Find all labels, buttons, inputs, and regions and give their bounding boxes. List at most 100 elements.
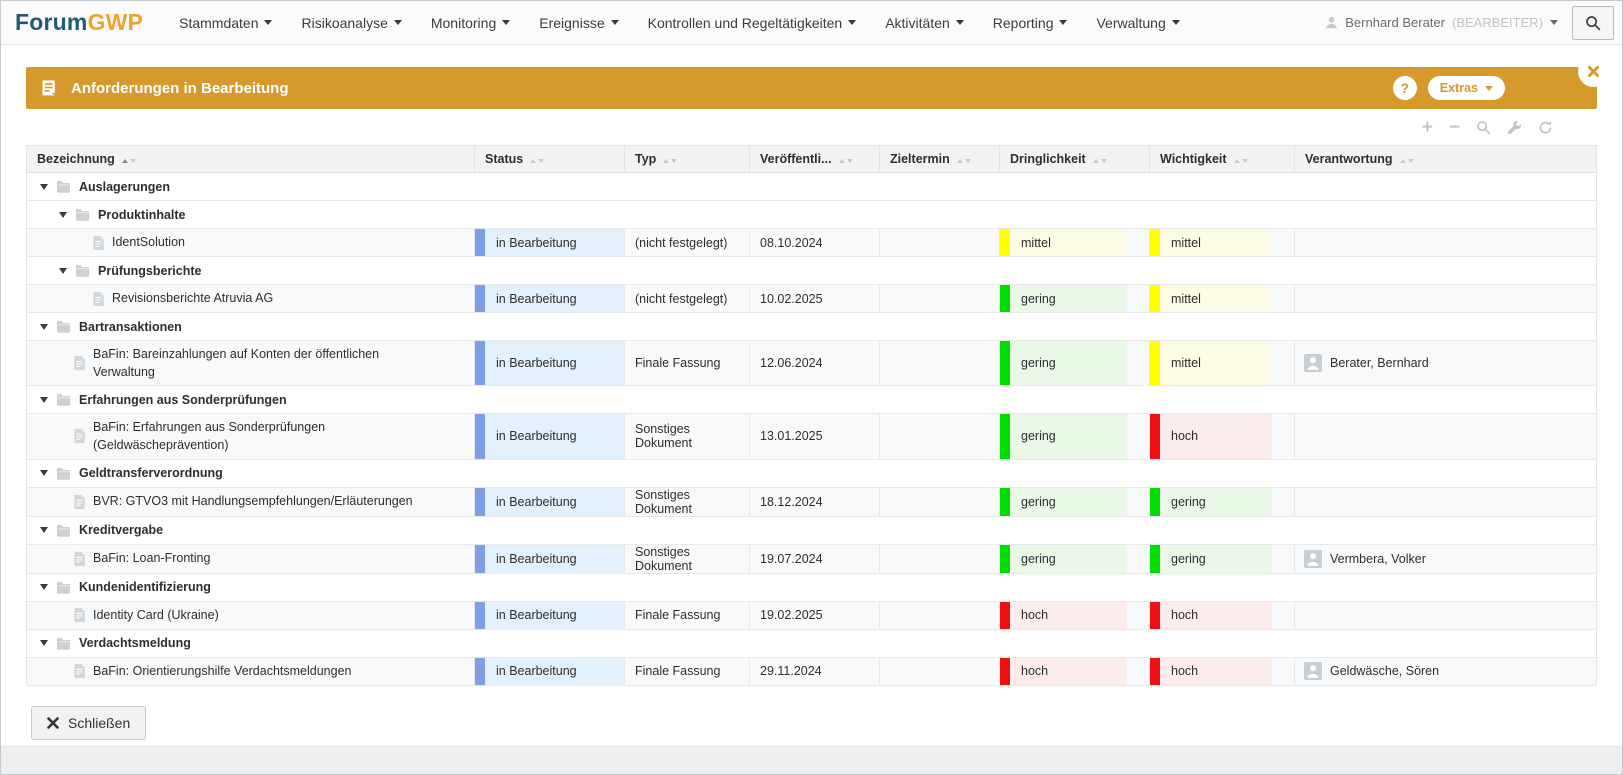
- extras-button[interactable]: Extras: [1428, 76, 1505, 100]
- status-cell: in Bearbeitung: [475, 544, 625, 573]
- column-header[interactable]: Status: [475, 146, 625, 173]
- search-button[interactable]: [1572, 6, 1614, 40]
- sort-icons: [663, 159, 677, 163]
- column-header[interactable]: Dringlichkeit: [1000, 146, 1150, 173]
- status-cell: in Bearbeitung: [475, 229, 625, 257]
- wichtigkeit-cell: mittel: [1150, 229, 1295, 257]
- minus-icon[interactable]: −: [1449, 118, 1460, 137]
- nav-item[interactable]: Stammdaten: [179, 15, 272, 31]
- dringlichkeit-value: gering: [1000, 429, 1056, 443]
- nav-item[interactable]: Reporting: [993, 15, 1068, 31]
- bezeichnung-cell: BaFin: Bareinzahlungen auf Konten der öf…: [27, 341, 475, 386]
- plus-icon[interactable]: +: [1422, 118, 1433, 137]
- zieltermin-cell: [880, 487, 1000, 516]
- nav-item[interactable]: Risikoanalyse: [301, 15, 401, 31]
- table-row[interactable]: Identity Card (Ukraine)in BearbeitungFin…: [27, 601, 1597, 629]
- group-label: Prüfungsberichte: [98, 264, 202, 278]
- verantwortung-value: Geldwäsche, Sören: [1330, 664, 1439, 678]
- group-row[interactable]: Prüfungsberichte: [27, 257, 1597, 285]
- wichtigkeit-cell: hoch: [1150, 657, 1295, 685]
- folder-icon: [55, 319, 72, 334]
- sort-icons: [530, 159, 544, 163]
- group-row[interactable]: Bartransaktionen: [27, 313, 1597, 341]
- verantwortung-value: Berater, Bernhard: [1330, 356, 1429, 370]
- nav-item[interactable]: Ereignisse: [539, 15, 618, 31]
- wichtigkeit-cell: gering: [1150, 487, 1295, 516]
- table-row[interactable]: Revisionsberichte Atruvia AGin Bearbeitu…: [27, 285, 1597, 313]
- veroeffentlicht-value: 08.10.2024: [750, 236, 823, 250]
- typ-cell: Finale Fassung: [625, 657, 750, 685]
- column-header[interactable]: Wichtigkeit: [1150, 146, 1295, 173]
- column-header[interactable]: Typ: [625, 146, 750, 173]
- status-cell: in Bearbeitung: [475, 341, 625, 386]
- group-row[interactable]: Auslagerungen: [27, 173, 1597, 201]
- group-label: Kundenidentifizierung: [79, 580, 211, 594]
- chevron-down-icon: [1059, 20, 1067, 25]
- table-row[interactable]: IdentSolutionin Bearbeitung(nicht festge…: [27, 229, 1597, 257]
- dringlichkeit-cell: gering: [1000, 285, 1150, 313]
- collapse-caret-icon[interactable]: [40, 324, 48, 330]
- collapse-caret-icon[interactable]: [59, 212, 67, 218]
- group-row[interactable]: Verdachtsmeldung: [27, 629, 1597, 657]
- group-row[interactable]: Geldtransferverordnung: [27, 459, 1597, 487]
- refresh-icon[interactable]: [1538, 120, 1553, 135]
- collapse-caret-icon[interactable]: [40, 584, 48, 590]
- status-cell: in Bearbeitung: [475, 601, 625, 629]
- wrench-icon[interactable]: [1507, 120, 1522, 135]
- close-button[interactable]: Schließen: [31, 706, 146, 740]
- document-icon: [73, 607, 86, 623]
- column-header[interactable]: Veröffentli...: [750, 146, 880, 173]
- wichtigkeit-cell: mittel: [1150, 285, 1295, 313]
- chevron-down-icon: [264, 20, 272, 25]
- chevron-down-icon: [611, 20, 619, 25]
- table-row[interactable]: BaFin: Orientierungshilfe Verdachtsmeldu…: [27, 657, 1597, 685]
- column-header[interactable]: Bezeichnung: [27, 146, 475, 173]
- sort-asc-icon: [663, 159, 669, 163]
- nav-item[interactable]: Kontrollen und Regeltätigkeiten: [648, 15, 857, 31]
- collapse-caret-icon[interactable]: [59, 268, 67, 274]
- table-row[interactable]: BaFin: Erfahrungen aus Sonderprüfungen (…: [27, 414, 1597, 459]
- table-row[interactable]: BaFin: Bareinzahlungen auf Konten der öf…: [27, 341, 1597, 386]
- table-toolbar: + −: [26, 109, 1597, 145]
- bezeichnung-cell: BVR: GTVO3 mit Handlungsempfehlungen/Erl…: [27, 487, 475, 516]
- collapse-caret-icon[interactable]: [40, 640, 48, 646]
- help-button[interactable]: ?: [1393, 76, 1417, 100]
- veroeffentlicht-value: 13.01.2025: [750, 429, 823, 443]
- group-row[interactable]: Erfahrungen aus Sonderprüfungen: [27, 386, 1597, 414]
- status-cell: in Bearbeitung: [475, 657, 625, 685]
- document-icon: [92, 291, 105, 307]
- group-row[interactable]: Kreditvergabe: [27, 516, 1597, 544]
- folder-icon: [55, 523, 72, 538]
- collapse-caret-icon[interactable]: [40, 184, 48, 190]
- footer: Schließen: [31, 706, 1597, 740]
- veroeffentlicht-value: 18.12.2024: [750, 495, 823, 509]
- panel-close-button[interactable]: [1578, 56, 1609, 87]
- document-icon: [73, 551, 86, 567]
- person-icon: [1325, 16, 1338, 29]
- table-row[interactable]: BVR: GTVO3 mit Handlungsempfehlungen/Erl…: [27, 487, 1597, 516]
- bezeichnung-cell: Identity Card (Ukraine): [27, 601, 475, 629]
- dringlichkeit-cell: hoch: [1000, 601, 1150, 629]
- collapse-caret-icon[interactable]: [40, 470, 48, 476]
- nav-item[interactable]: Aktivitäten: [885, 15, 964, 31]
- status-value: in Bearbeitung: [475, 236, 577, 250]
- sort-icons: [1400, 159, 1414, 163]
- column-header[interactable]: Verantwortung: [1295, 146, 1597, 173]
- magnifier-icon[interactable]: [1476, 120, 1491, 135]
- collapse-caret-icon[interactable]: [40, 397, 48, 403]
- group-row[interactable]: Kundenidentifizierung: [27, 573, 1597, 601]
- bottom-strip: [1, 746, 1622, 774]
- sort-asc-icon: [1400, 159, 1406, 163]
- nav-item[interactable]: Verwaltung: [1096, 15, 1179, 31]
- bezeichnung-cell: BaFin: Erfahrungen aus Sonderprüfungen (…: [27, 414, 475, 459]
- folder-icon: [55, 580, 72, 595]
- collapse-caret-icon[interactable]: [40, 527, 48, 533]
- column-header[interactable]: Zieltermin: [880, 146, 1000, 173]
- group-row[interactable]: Produktinhalte: [27, 201, 1597, 229]
- user-menu[interactable]: Bernhard Berater (BEARBEITER): [1325, 15, 1558, 30]
- table-row[interactable]: BaFin: Loan-Frontingin BearbeitungSonsti…: [27, 544, 1597, 573]
- nav-item[interactable]: Monitoring: [431, 15, 510, 31]
- typ-cell: Finale Fassung: [625, 341, 750, 386]
- bezeichnung-cell: Revisionsberichte Atruvia AG: [27, 285, 475, 313]
- app-logo[interactable]: ForumGWP: [15, 9, 143, 36]
